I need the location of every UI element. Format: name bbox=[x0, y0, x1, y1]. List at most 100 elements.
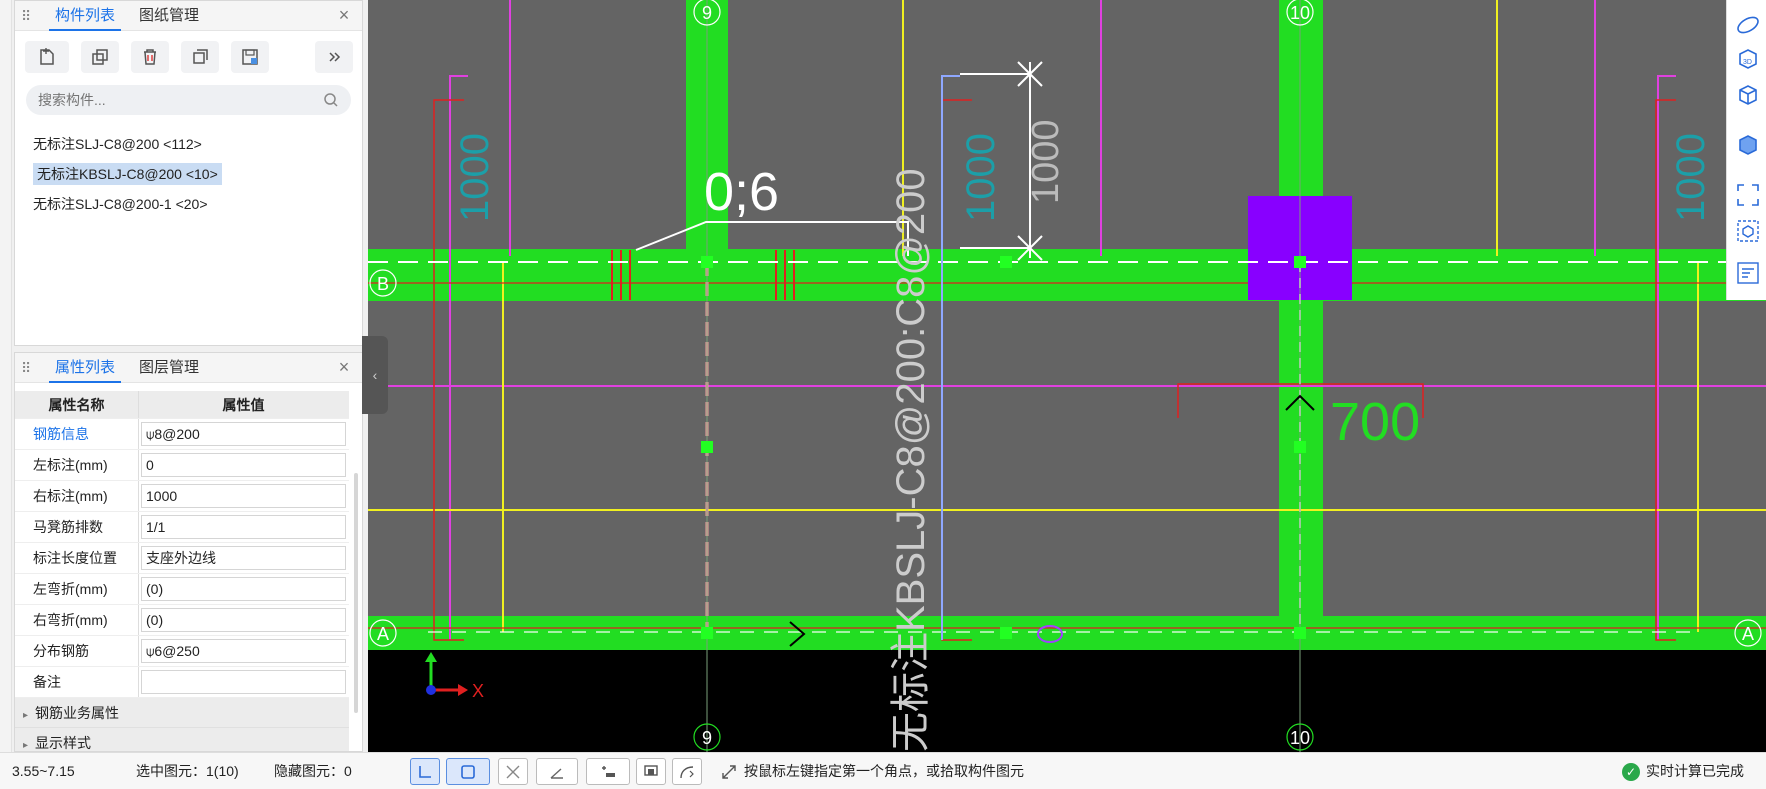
beam-row-b[interactable] bbox=[368, 249, 1728, 301]
svg-text:10: 10 bbox=[1290, 3, 1310, 23]
list-item[interactable]: 无标注SLJ-C8@200 <112> bbox=[29, 129, 349, 159]
tab-drawing-management[interactable]: 图纸管理 bbox=[133, 1, 205, 31]
property-group-rebar[interactable]: ▸ 钢筋业务属性 bbox=[15, 698, 349, 728]
property-value-field[interactable]: 支座外边线 bbox=[141, 546, 346, 570]
table-row: 左标注(mm) 0 bbox=[15, 450, 349, 481]
drag-grip-icon[interactable]: ⠿ bbox=[21, 359, 31, 377]
property-name: 左弯折(mm) bbox=[15, 574, 139, 604]
save-icon bbox=[242, 49, 258, 65]
svg-text:9: 9 bbox=[702, 728, 712, 748]
orthogonal-toggle[interactable] bbox=[410, 758, 440, 785]
new-component-button[interactable] bbox=[25, 41, 69, 73]
delete-icon bbox=[144, 49, 156, 65]
status-bar: 3.55~7.15 选中图元：1(10) 隐藏图元：0 按鼠标左键指定第一个角点… bbox=[0, 752, 1766, 789]
component-view-icon[interactable] bbox=[1735, 218, 1761, 244]
angle-icon bbox=[550, 767, 563, 779]
table-row: 备注 bbox=[15, 667, 349, 698]
tab-component-list[interactable]: 构件列表 bbox=[49, 1, 122, 31]
property-value-field[interactable]: (0) bbox=[141, 577, 346, 601]
left-edge-strip bbox=[0, 0, 12, 752]
drawing-svg[interactable]: 0;6 1000 1000 1000 1000 700 无标注KBSLJ-C8@… bbox=[368, 0, 1766, 752]
cross-toggle[interactable] bbox=[498, 758, 528, 785]
table-row: 右标注(mm) 1000 bbox=[15, 481, 349, 512]
rotate-view-icon[interactable] bbox=[1735, 12, 1761, 38]
check-icon: ✓ bbox=[1622, 763, 1640, 781]
component-panel-tabbar: ⠿ 构件列表 图纸管理 × bbox=[15, 1, 362, 31]
grip-points[interactable] bbox=[701, 256, 1306, 639]
property-value-field[interactable]: (0) bbox=[141, 608, 346, 632]
property-name: 分布钢筋 bbox=[15, 636, 139, 666]
list-item-selected[interactable]: 无标注KBSLJ-C8@200 <10> bbox=[29, 159, 349, 189]
drag-grip-icon[interactable]: ⠿ bbox=[21, 7, 31, 25]
property-name: 左标注(mm) bbox=[15, 450, 139, 480]
property-value-field[interactable]: 1/1 bbox=[141, 515, 346, 539]
tab-layer-management[interactable]: 图层管理 bbox=[133, 353, 205, 383]
close-icon[interactable]: × bbox=[334, 357, 354, 377]
new-icon bbox=[40, 48, 54, 65]
list-item[interactable]: 无标注SLJ-C8@200-1 <20> bbox=[29, 189, 349, 219]
selected-count: 选中图元：1(10) bbox=[136, 763, 239, 779]
resize-icon bbox=[722, 765, 736, 779]
delete-component-button[interactable] bbox=[131, 41, 169, 73]
property-value-field[interactable]: ⍦6@250 bbox=[141, 639, 346, 663]
cube-view-icon[interactable] bbox=[1735, 82, 1761, 108]
property-value-field[interactable]: 0 bbox=[141, 453, 346, 477]
property-value-field[interactable]: ⍦8@200 bbox=[141, 422, 346, 446]
svg-text:B: B bbox=[377, 274, 389, 294]
table-row: 钢筋信息 ⍦8@200 bbox=[15, 419, 349, 450]
scrollbar[interactable] bbox=[354, 473, 358, 713]
property-name-link[interactable]: 钢筋信息 bbox=[15, 419, 139, 449]
search-icon[interactable] bbox=[323, 92, 339, 108]
axis-bubble-10-bottom: 10 bbox=[1286, 723, 1314, 751]
snap-icon bbox=[461, 764, 475, 779]
more-tools-button[interactable] bbox=[315, 41, 353, 73]
table-row: 右弯折(mm) (0) bbox=[15, 605, 349, 636]
display-toggle[interactable] bbox=[636, 758, 666, 785]
component-search bbox=[26, 85, 351, 115]
close-icon[interactable]: × bbox=[334, 5, 354, 25]
dimension-label-vertical: 1000 bbox=[1025, 119, 1067, 204]
canvas-bottom-region bbox=[368, 650, 1766, 752]
caret-right-icon: ▸ bbox=[23, 740, 29, 751]
shaded-cube-icon[interactable] bbox=[1735, 132, 1761, 158]
dimension-label-700: 700 bbox=[1330, 392, 1420, 452]
monitor-icon bbox=[644, 764, 658, 776]
table-row: 马凳筋排数 1/1 bbox=[15, 512, 349, 543]
view-tools-strip: 3D bbox=[1726, 0, 1766, 300]
tab-property-list[interactable]: 属性列表 bbox=[49, 353, 122, 383]
fullscreen-icon[interactable] bbox=[1735, 182, 1761, 208]
component-list-panel: ⠿ 构件列表 图纸管理 × 搜索构件... 无标注SLJ-C8@200 <112… bbox=[14, 0, 363, 346]
property-group-display[interactable]: ▸ 显示样式 bbox=[15, 728, 349, 751]
header-property-value: 属性值 bbox=[222, 397, 265, 413]
svg-text:A: A bbox=[1742, 624, 1754, 644]
property-name: 右弯折(mm) bbox=[15, 605, 139, 635]
save-component-button[interactable] bbox=[231, 41, 269, 73]
component-toolbar bbox=[15, 31, 362, 81]
cross-icon bbox=[506, 765, 520, 778]
drawing-canvas[interactable]: 0;6 1000 1000 1000 1000 700 无标注KBSLJ-C8@… bbox=[368, 0, 1766, 752]
property-name: 标注长度位置 bbox=[15, 543, 139, 573]
display-settings-icon[interactable] bbox=[1735, 260, 1761, 286]
svg-text:9: 9 bbox=[702, 3, 712, 23]
layer-copy-icon bbox=[193, 49, 208, 64]
copy-component-button[interactable] bbox=[81, 41, 119, 73]
collapse-panel-handle[interactable]: ‹ bbox=[362, 336, 388, 414]
axis-bubble-10-top: 10 bbox=[1286, 0, 1314, 26]
blue-rebar bbox=[941, 75, 960, 640]
angle-toggle[interactable] bbox=[536, 758, 578, 785]
offset-toggle[interactable] bbox=[586, 758, 630, 785]
property-value-field[interactable] bbox=[141, 670, 346, 694]
property-value-field[interactable]: 1000 bbox=[141, 484, 346, 508]
table-row: 标注长度位置 支座外边线 bbox=[15, 543, 349, 574]
dimension-label-left: 1000 bbox=[453, 133, 497, 222]
property-table: 属性名称 属性值 钢筋信息 ⍦8@200 左标注(mm) 0 右标注(mm) 1… bbox=[15, 391, 349, 751]
3d-view-icon[interactable]: 3D bbox=[1735, 46, 1761, 72]
snap-mode-toggle[interactable] bbox=[446, 758, 490, 785]
header-property-name: 属性名称 bbox=[15, 391, 139, 418]
layer-copy-button[interactable] bbox=[181, 41, 219, 73]
search-input[interactable] bbox=[26, 85, 306, 115]
dimension-label-mid: 1000 bbox=[959, 133, 1003, 222]
track-toggle[interactable] bbox=[672, 758, 702, 785]
table-row: 左弯折(mm) (0) bbox=[15, 574, 349, 605]
property-panel: ⠿ 属性列表 图层管理 × 属性名称 属性值 钢筋信息 ⍦8@200 左标注(m… bbox=[14, 352, 363, 752]
